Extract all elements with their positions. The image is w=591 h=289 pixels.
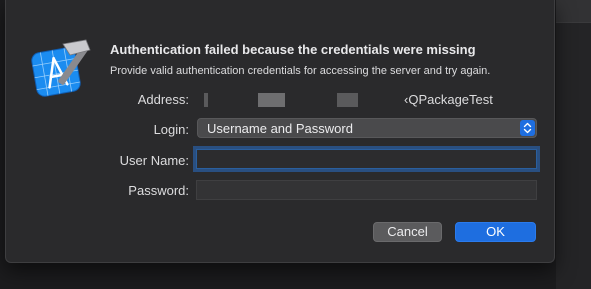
login-label: Login: bbox=[153, 122, 189, 137]
address-label: Address: bbox=[137, 92, 189, 107]
login-method-select[interactable]: Username and Password bbox=[197, 118, 537, 138]
cancel-button[interactable]: Cancel bbox=[373, 222, 442, 242]
password-field[interactable] bbox=[196, 180, 537, 200]
redacted-block bbox=[204, 93, 208, 107]
ok-button[interactable]: OK bbox=[455, 222, 536, 242]
login-method-value: Username and Password bbox=[207, 121, 353, 136]
password-input[interactable] bbox=[197, 181, 536, 199]
dialog-message: Provide valid authentication credentials… bbox=[110, 65, 491, 77]
username-field[interactable] bbox=[196, 149, 537, 169]
redacted-block bbox=[337, 93, 358, 107]
redacted-block bbox=[258, 93, 285, 107]
authentication-dialog: Authentication failed because the creden… bbox=[5, 0, 555, 263]
background-window bbox=[556, 0, 591, 289]
background-window-titlebar bbox=[556, 0, 591, 23]
dialog-title: Authentication failed because the creden… bbox=[110, 42, 476, 57]
address-value: ‹QPackageTest bbox=[196, 92, 516, 108]
chevron-updown-icon bbox=[520, 120, 535, 136]
password-label: Password: bbox=[128, 183, 189, 198]
username-input[interactable] bbox=[197, 150, 536, 168]
username-label: User Name: bbox=[119, 153, 189, 168]
address-text: ‹QPackageTest bbox=[404, 92, 493, 107]
